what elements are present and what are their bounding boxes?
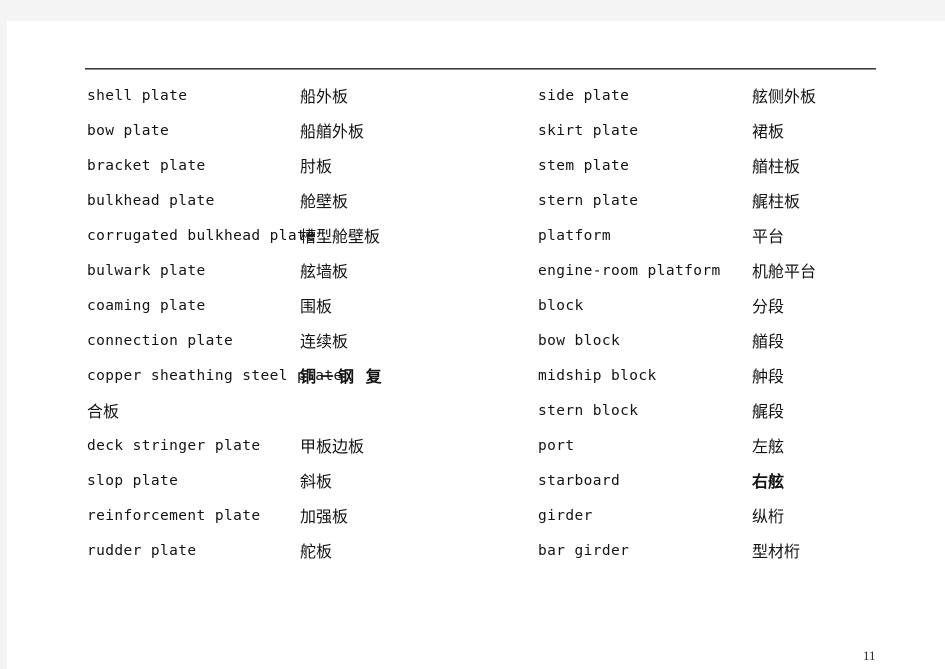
- glossary-column-right: side plate 舷侧外板 skirt plate 裙板 stem plat…: [538, 79, 938, 569]
- term-chinese: 船艏外板: [300, 122, 365, 141]
- term-english: corrugated bulkhead plate: [87, 228, 316, 244]
- glossary-entry: skirt plate 裙板: [538, 114, 938, 149]
- glossary-entry: copper sheathing steel plate 铜－钢 复 合板: [87, 359, 507, 429]
- glossary-entry: stern block 艉段: [538, 394, 938, 429]
- term-chinese: 舯段: [752, 367, 785, 386]
- term-english: bow block: [538, 333, 621, 349]
- term-chinese: 舵板: [300, 542, 333, 561]
- term-english: bulwark plate: [87, 263, 206, 279]
- glossary-entry: slop plate 斜板: [87, 464, 507, 499]
- glossary-entry: shell plate 船外板: [87, 79, 507, 114]
- term-english: connection plate: [87, 333, 234, 349]
- term-english: bow plate: [87, 123, 170, 139]
- glossary-entry: engine-room platform 机舱平台: [538, 254, 938, 289]
- glossary-entry: block 分段: [538, 289, 938, 324]
- term-english: stern plate: [538, 193, 639, 209]
- term-english: coaming plate: [87, 298, 206, 314]
- glossary-entry: bow plate 船艏外板: [87, 114, 507, 149]
- term-chinese: 纵桁: [752, 507, 785, 526]
- term-chinese: 围板: [300, 297, 333, 316]
- glossary-entry: bulkhead plate 舱壁板: [87, 184, 507, 219]
- glossary-entry: reinforcement plate 加强板: [87, 499, 507, 534]
- glossary-entry: stem plate 艏柱板: [538, 149, 938, 184]
- glossary-entry: girder 纵桁: [538, 499, 938, 534]
- term-english: stern block: [538, 403, 639, 419]
- term-english: slop plate: [87, 473, 179, 489]
- glossary-entry: deck stringer plate 甲板边板: [87, 429, 507, 464]
- term-english: bulkhead plate: [87, 193, 215, 209]
- term-chinese: 艏柱板: [752, 157, 801, 176]
- term-english: bracket plate: [87, 158, 206, 174]
- term-chinese: 分段: [752, 297, 785, 316]
- term-english: port: [538, 438, 575, 454]
- term-chinese: 加强板: [300, 507, 349, 526]
- term-chinese: 左舷: [752, 437, 785, 456]
- glossary-entry: starboard 右舷: [538, 464, 938, 499]
- term-chinese: 甲板边板: [300, 437, 365, 456]
- term-chinese: 船外板: [300, 87, 349, 106]
- glossary-entry: stern plate 艉柱板: [538, 184, 938, 219]
- term-chinese: 舱壁板: [300, 192, 349, 211]
- term-chinese: 斜板: [300, 472, 333, 491]
- term-chinese: 裙板: [752, 122, 785, 141]
- term-chinese: 艉段: [752, 402, 785, 421]
- term-english: stem plate: [538, 158, 630, 174]
- term-english: engine-room platform: [538, 263, 721, 279]
- term-english: midship block: [538, 368, 657, 384]
- term-chinese: 艉柱板: [752, 192, 801, 211]
- glossary-entry: port 左舷: [538, 429, 938, 464]
- term-english: deck stringer plate: [87, 438, 261, 454]
- term-english: girder: [538, 508, 593, 524]
- term-chinese: 平台: [752, 227, 785, 246]
- term-english: block: [538, 298, 584, 314]
- term-english: side plate: [538, 88, 630, 104]
- document-page-sheet: shell plate 船外板 bow plate 船艏外板 bracket p…: [7, 21, 945, 669]
- term-chinese: 机舱平台: [752, 262, 817, 281]
- term-english: platform: [538, 228, 612, 244]
- term-chinese: 舷墙板: [300, 262, 349, 281]
- glossary-entry: midship block 舯段: [538, 359, 938, 394]
- glossary-entry: bulwark plate 舷墙板: [87, 254, 507, 289]
- glossary-column-left: shell plate 船外板 bow plate 船艏外板 bracket p…: [87, 79, 507, 569]
- glossary-entry: coaming plate 围板: [87, 289, 507, 324]
- term-chinese-continuation: 合板: [87, 402, 120, 421]
- glossary-entry: bracket plate 肘板: [87, 149, 507, 184]
- page-number: 11: [863, 649, 876, 660]
- term-chinese: 连续板: [300, 332, 349, 351]
- term-chinese: 艏段: [752, 332, 785, 351]
- glossary-entry: connection plate 连续板: [87, 324, 507, 359]
- term-english: shell plate: [87, 88, 188, 104]
- term-english: skirt plate: [538, 123, 639, 139]
- term-chinese: 型材桁: [752, 542, 801, 561]
- glossary-entry: corrugated bulkhead plate 槽型舱壁板: [87, 219, 507, 254]
- term-chinese: 铜－钢 复: [300, 367, 385, 386]
- term-english: bar girder: [538, 543, 630, 559]
- glossary-entry: bar girder 型材桁: [538, 534, 938, 569]
- glossary-entry: platform 平台: [538, 219, 938, 254]
- term-chinese: 右舷: [752, 472, 785, 491]
- term-chinese: 槽型舱壁板: [300, 227, 381, 246]
- glossary-body: shell plate 船外板 bow plate 船艏外板 bracket p…: [7, 21, 945, 669]
- glossary-entry: rudder plate 舵板: [87, 534, 507, 569]
- term-english: reinforcement plate: [87, 508, 261, 524]
- term-chinese: 舷侧外板: [752, 87, 817, 106]
- term-english: starboard: [538, 473, 621, 489]
- term-english: rudder plate: [87, 543, 197, 559]
- glossary-entry: side plate 舷侧外板: [538, 79, 938, 114]
- term-chinese: 肘板: [300, 157, 333, 176]
- glossary-entry: bow block 艏段: [538, 324, 938, 359]
